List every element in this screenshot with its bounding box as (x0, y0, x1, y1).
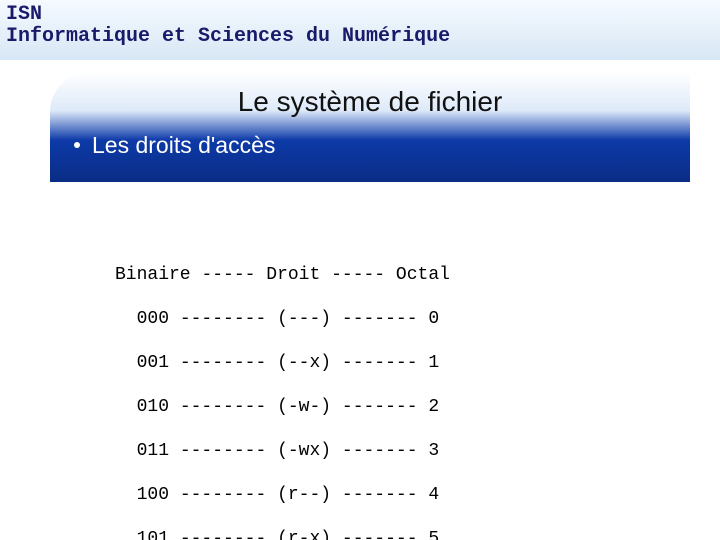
cell-droit: (--x) (277, 353, 331, 373)
slide-subtitle: Les droits d'accès (74, 132, 275, 159)
subtitle-text: Les droits d'accès (92, 132, 275, 158)
table-header-row: Binaire ----- Droit ----- Octal (115, 264, 450, 286)
cell-octal: 2 (428, 397, 439, 417)
permissions-table: Binaire ----- Droit ----- Octal 000 ----… (115, 220, 450, 540)
header-band: ISN Informatique et Sciences du Numériqu… (0, 0, 720, 60)
sep: ------- (342, 529, 418, 540)
slide-title: Le système de fichier (50, 86, 690, 118)
table-row: 001 -------- (--x) ------- 1 (115, 352, 450, 374)
cell-droit: (---) (277, 309, 331, 329)
cell-binaire: 000 (137, 309, 169, 329)
cell-droit: (r-x) (277, 529, 331, 540)
sep: ------- (342, 309, 418, 329)
cell-droit: (-w-) (277, 397, 331, 417)
table-row: 100 -------- (r--) ------- 4 (115, 484, 450, 506)
sep: ------- (342, 353, 418, 373)
sep: -------- (180, 353, 266, 373)
cell-binaire: 001 (137, 353, 169, 373)
col-octal-header: Octal (396, 265, 450, 285)
sep: ------- (342, 441, 418, 461)
slide: ISN Informatique et Sciences du Numériqu… (0, 0, 720, 540)
isn-line-2: Informatique et Sciences du Numérique (6, 26, 450, 48)
cell-octal: 5 (428, 529, 439, 540)
sep: ----- (201, 265, 255, 285)
isn-line-1: ISN (6, 4, 450, 26)
cell-octal: 0 (428, 309, 439, 329)
table-row: 101 -------- (r-x) ------- 5 (115, 528, 450, 540)
cell-octal: 1 (428, 353, 439, 373)
cell-binaire: 011 (137, 441, 169, 461)
cell-octal: 3 (428, 441, 439, 461)
sep: -------- (180, 485, 266, 505)
table-row: 000 -------- (---) ------- 0 (115, 308, 450, 330)
cell-droit: (r--) (277, 485, 331, 505)
cell-octal: 4 (428, 485, 439, 505)
col-binaire-header: Binaire (115, 265, 191, 285)
sep: -------- (180, 397, 266, 417)
sep: -------- (180, 529, 266, 540)
sep: -------- (180, 441, 266, 461)
bullet-icon (74, 142, 80, 148)
sep: -------- (180, 309, 266, 329)
table-row: 010 -------- (-w-) ------- 2 (115, 396, 450, 418)
table-row: 011 -------- (-wx) ------- 3 (115, 440, 450, 462)
cell-droit: (-wx) (277, 441, 331, 461)
sep: ----- (331, 265, 385, 285)
isn-block: ISN Informatique et Sciences du Numériqu… (6, 4, 450, 48)
sep: ------- (342, 397, 418, 417)
cell-binaire: 010 (137, 397, 169, 417)
col-droit-header: Droit (266, 265, 320, 285)
cell-binaire: 100 (137, 485, 169, 505)
title-block: Le système de fichier Les droits d'accès (50, 72, 690, 182)
sep: ------- (342, 485, 418, 505)
cell-binaire: 101 (137, 529, 169, 540)
